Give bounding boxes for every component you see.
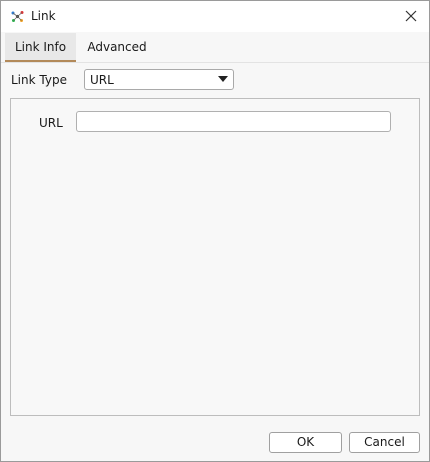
url-panel: URL — [10, 98, 420, 416]
title-bar: Link — [1, 1, 429, 32]
link-app-icon — [11, 11, 24, 22]
ok-button[interactable]: OK — [269, 432, 342, 453]
link-type-select[interactable]: URL — [84, 69, 234, 90]
cancel-button[interactable]: Cancel — [349, 432, 420, 453]
link-type-value: URL — [90, 73, 114, 87]
tab-advanced[interactable]: Advanced — [80, 33, 154, 62]
close-icon — [405, 10, 417, 22]
tab-link-info[interactable]: Link Info — [5, 33, 76, 62]
close-button[interactable] — [399, 5, 423, 27]
dropdown-arrow-icon — [218, 76, 228, 82]
link-dialog: Link Link Info Advanced Link Type URL UR… — [0, 0, 430, 462]
window-title: Link — [31, 9, 56, 23]
tab-bar: Link Info Advanced — [1, 33, 429, 63]
url-input[interactable] — [76, 111, 391, 132]
link-type-label: Link Type — [11, 73, 67, 87]
url-label: URL — [39, 116, 63, 130]
